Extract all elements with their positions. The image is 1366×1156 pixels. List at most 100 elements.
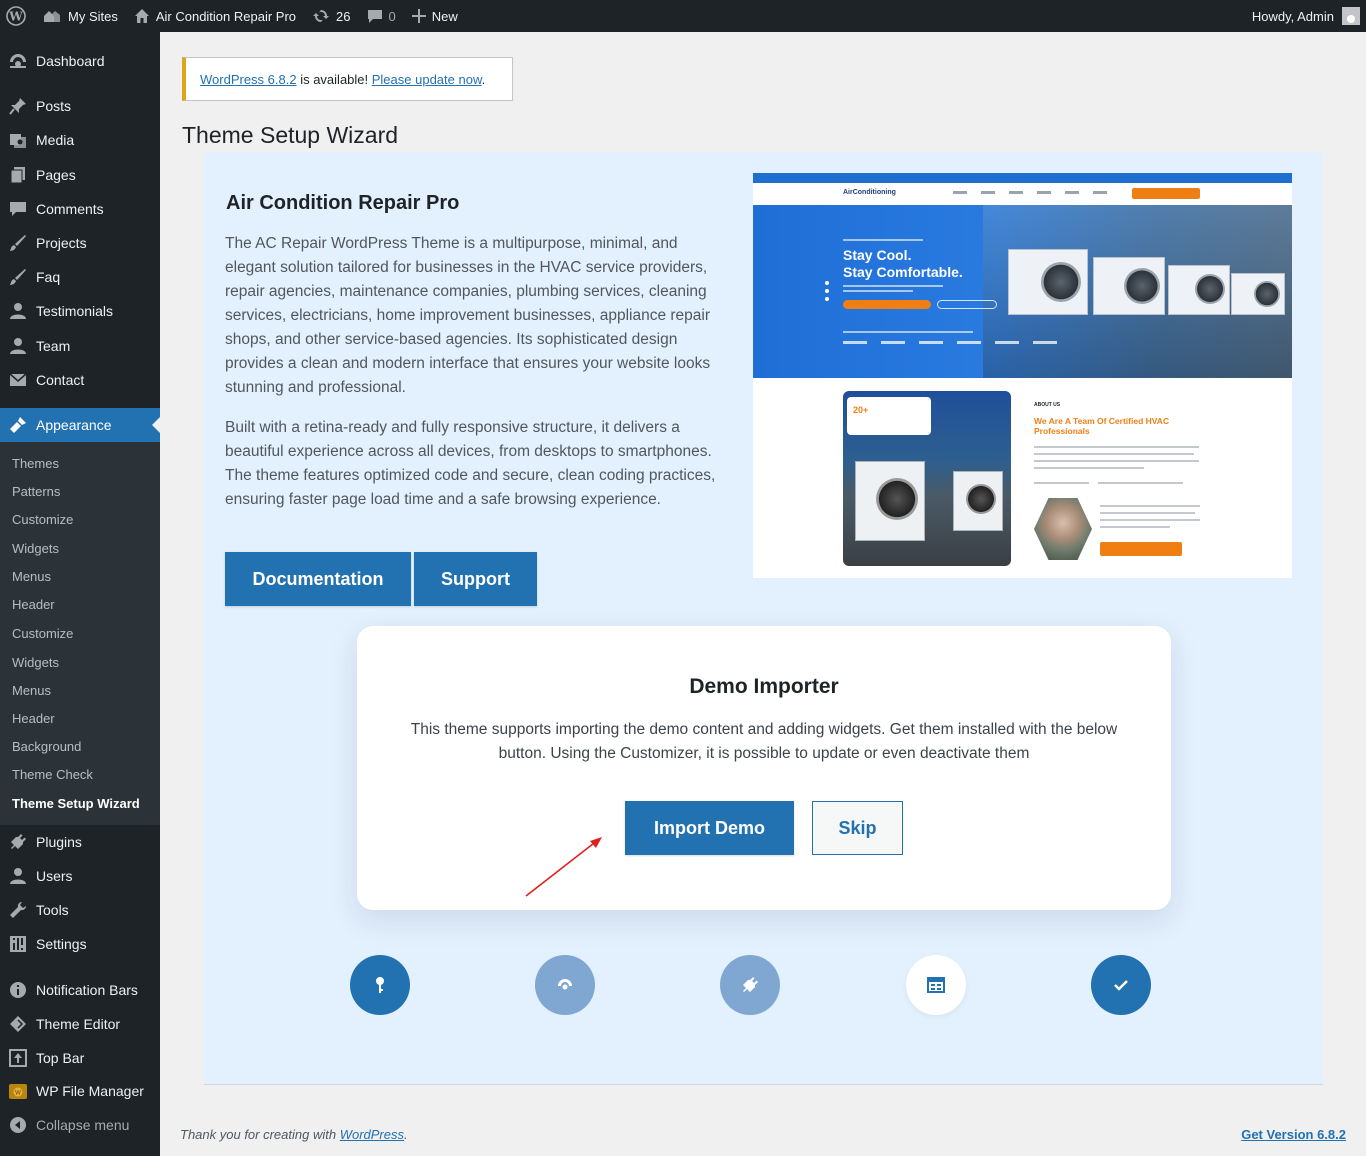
svg-text:W: W — [8, 10, 23, 24]
submenu-item-menus-2[interactable]: Menus — [12, 683, 51, 698]
sidebar-item-top-bar[interactable]: Top Bar — [0, 1041, 160, 1075]
sidebar-item-projects[interactable]: Projects — [0, 226, 160, 260]
sidebar-item-media[interactable]: Media — [0, 123, 160, 157]
sidebar-item-appearance[interactable]: Appearance — [0, 408, 160, 442]
import-demo-button[interactable]: Import Demo — [625, 801, 794, 855]
get-version-link[interactable]: Get Version 6.8.2 — [1241, 1127, 1346, 1142]
sidebar-item-posts[interactable]: Posts — [0, 89, 160, 123]
plugin-icon — [741, 976, 759, 994]
appearance-submenu: Themes Patterns Customize Widgets Menus … — [0, 436, 160, 825]
sidebar-item-team[interactable]: Team — [0, 329, 160, 363]
sidebar-item-dashboard[interactable]: Dashboard — [0, 44, 160, 78]
demo-importer-card: Demo Importer This theme supports import… — [357, 626, 1171, 910]
submenu-item-header-2[interactable]: Header — [12, 711, 55, 726]
sidebar-item-label: Appearance — [36, 417, 112, 433]
wordpress-version-link[interactable]: WordPress 6.8.2 — [200, 72, 297, 87]
site-name-menu[interactable]: Air Condition Repair Pro — [126, 0, 304, 32]
documentation-button[interactable]: Documentation — [225, 552, 411, 606]
comment-icon — [367, 8, 383, 24]
my-sites-menu[interactable]: My Sites — [34, 0, 126, 32]
sidebar-item-label: Top Bar — [36, 1050, 85, 1066]
wordpress-link[interactable]: WordPress — [340, 1127, 404, 1142]
submenu-item-themes[interactable]: Themes — [12, 456, 59, 471]
sidebar-item-label: Media — [36, 132, 75, 148]
demo-importer-description: This theme supports importing the demo c… — [410, 721, 1118, 762]
sidebar-item-settings[interactable]: Settings — [0, 927, 160, 961]
dashboard-icon — [557, 978, 573, 992]
preview-logo: AirConditioning — [843, 189, 896, 196]
wordpress-logo-button[interactable]: W — [0, 0, 34, 32]
sidebar-item-label: Settings — [36, 936, 87, 952]
step-plugins[interactable] — [720, 955, 780, 1015]
demo-importer-title: Demo Importer — [689, 675, 839, 698]
submenu-item-widgets[interactable]: Widgets — [12, 541, 59, 556]
comments-menu[interactable]: 0 — [359, 0, 404, 32]
sidebar-item-label: Comments — [36, 201, 104, 217]
envelope-icon — [0, 371, 36, 389]
sidebar-item-theme-editor[interactable]: Theme Editor — [0, 1007, 160, 1041]
collapse-menu-button[interactable]: Collapse menu — [0, 1108, 160, 1142]
media-icon — [0, 131, 36, 149]
step-done[interactable] — [1091, 955, 1151, 1015]
submenu-item-theme-setup-wizard[interactable]: Theme Setup Wizard — [12, 796, 140, 811]
skip-button[interactable]: Skip — [812, 801, 903, 855]
submenu-item-theme-check[interactable]: Theme Check — [12, 767, 93, 782]
user-icon — [0, 337, 36, 355]
site-name-label: Air Condition Repair Pro — [155, 8, 297, 24]
submenu-item-header[interactable]: Header — [12, 597, 55, 612]
submenu-item-background[interactable]: Background — [12, 739, 81, 754]
step-dashboard[interactable] — [535, 955, 595, 1015]
sidebar-item-pages[interactable]: Pages — [0, 158, 160, 192]
sidebar-item-label: Users — [36, 868, 73, 884]
new-label: New — [431, 8, 458, 24]
new-content-menu[interactable]: New — [404, 0, 466, 32]
sidebar-item-label: WP File Manager — [36, 1083, 144, 1099]
sidebar-item-users[interactable]: Users — [0, 859, 160, 893]
submenu-item-widgets-2[interactable]: Widgets — [12, 655, 59, 670]
account-menu[interactable]: Howdy, Admin — [1252, 0, 1366, 32]
sidebar-item-testimonials[interactable]: Testimonials — [0, 294, 160, 328]
brush-icon — [0, 234, 36, 252]
collapse-icon — [0, 1116, 36, 1134]
upload-icon — [0, 1049, 36, 1067]
submenu-item-customize[interactable]: Customize — [12, 512, 73, 527]
sidebar-item-contact[interactable]: Contact — [0, 363, 160, 397]
comment-icon — [0, 200, 36, 218]
sidebar-item-wp-file-manager[interactable]: W WP File Manager — [0, 1074, 160, 1108]
settings-icon — [0, 935, 36, 953]
update-now-link[interactable]: Please update now — [372, 72, 482, 87]
theme-description-2: Built with a retina-ready and fully resp… — [225, 419, 716, 508]
sidebar-item-comments[interactable]: Comments — [0, 192, 160, 226]
submenu-item-customize-2[interactable]: Customize — [12, 626, 73, 641]
step-widgets[interactable] — [906, 955, 966, 1015]
update-notice: WordPress 6.8.2 is available! Please upd… — [182, 57, 513, 101]
sidebar-item-faq[interactable]: Faq — [0, 260, 160, 294]
sidebar-item-tools[interactable]: Tools — [0, 893, 160, 927]
sidebar-item-label: Pages — [36, 167, 76, 183]
sidebar-item-label: Plugins — [36, 834, 82, 850]
page-title: Theme Setup Wizard — [182, 122, 399, 148]
updates-menu[interactable]: 26 — [304, 0, 358, 32]
info-icon — [0, 981, 36, 999]
updates-icon — [312, 8, 330, 24]
plugin-icon — [0, 833, 36, 851]
sidebar-item-label: Notification Bars — [36, 982, 138, 998]
footer-thanks: Thank you for creating with WordPress. — [180, 1127, 408, 1142]
support-button[interactable]: Support — [414, 552, 537, 606]
step-key[interactable] — [350, 955, 410, 1015]
wrench-icon — [0, 901, 36, 919]
sidebar-item-notification-bars[interactable]: Notification Bars — [0, 973, 160, 1007]
plus-icon — [411, 9, 426, 23]
submenu-item-menus[interactable]: Menus — [12, 569, 51, 584]
appearance-icon — [0, 416, 36, 434]
notice-text: is available! — [296, 71, 372, 87]
user-icon — [0, 302, 36, 320]
preview-hero: Stay Cool. Stay Comfortable. — [753, 205, 1292, 378]
submenu-item-patterns[interactable]: Patterns — [12, 484, 60, 499]
updates-count: 26 — [336, 8, 351, 24]
avatar — [1342, 7, 1360, 25]
preview-about-heading: We Are A Team Of Certified HVAC Professi… — [1034, 416, 1170, 436]
my-sites-label: My Sites — [68, 8, 118, 24]
sidebar-item-plugins[interactable]: Plugins — [0, 825, 160, 859]
sidebar-item-label: Contact — [36, 372, 85, 388]
